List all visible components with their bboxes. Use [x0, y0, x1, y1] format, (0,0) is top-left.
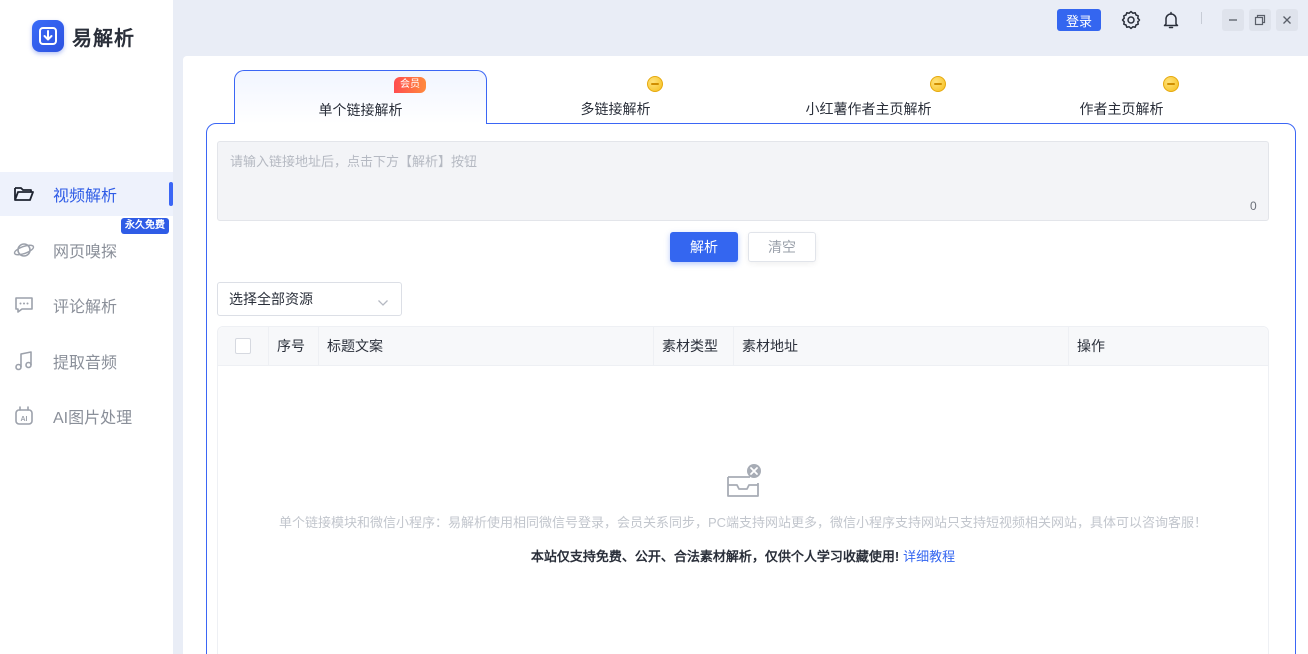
tab-multi-link[interactable]: 多链接解析: [489, 70, 742, 124]
sidebar-item-label: 网页嗅探: [53, 243, 118, 261]
col-type: 素材类型: [653, 327, 733, 365]
legal-notice-text: 本站仅支持免费、公开、合法素材解析，仅供个人学习收藏使用!: [530, 549, 900, 564]
select-all-cell: [218, 327, 268, 365]
tab-xiaohongshu-author[interactable]: 小红薯作者主页解析: [742, 70, 995, 124]
chevron-down-icon: [377, 294, 389, 310]
sidebar-item-label: 提取音频: [53, 354, 118, 372]
coin-icon: [930, 76, 946, 92]
login-button[interactable]: 登录: [1057, 9, 1101, 31]
app-name: 易解析: [72, 27, 135, 50]
tab-label: 多链接解析: [580, 101, 651, 117]
tab-label: 作者主页解析: [1079, 101, 1164, 117]
col-title: 标题文案: [318, 327, 653, 365]
tab-single-link[interactable]: 单个链接解析 会员: [234, 70, 487, 124]
ai-image-icon: AI: [12, 404, 36, 428]
top-bar: 登录: [173, 0, 1308, 46]
char-count: 0: [1250, 199, 1257, 213]
planet-icon: [12, 238, 36, 262]
sidebar-item-extract-audio[interactable]: 提取音频: [0, 339, 173, 383]
sidebar-item-ai-image[interactable]: AI AI图片处理: [0, 394, 173, 438]
topbar-divider: [1201, 12, 1202, 24]
coin-icon: [647, 76, 663, 92]
app-logo-icon: [32, 20, 64, 52]
tab-author-homepage[interactable]: 作者主页解析: [995, 70, 1248, 124]
close-icon[interactable]: [1276, 9, 1298, 31]
free-forever-badge: 永久免费: [121, 217, 169, 234]
gear-icon[interactable]: [1119, 8, 1143, 32]
app-window: 易解析 视频解析 永久免费 网页嗅探 评论解析 提取音频 AI AI图片处理 登…: [0, 0, 1308, 654]
link-input[interactable]: [217, 141, 1269, 221]
sidebar-item-comment-parse[interactable]: 评论解析: [0, 283, 173, 327]
legal-notice: 本站仅支持免费、公开、合法素材解析，仅供个人学习收藏使用! 详细教程: [218, 546, 1268, 565]
sidebar-item-web-sniff[interactable]: 永久免费 网页嗅探: [0, 217, 173, 272]
tab-label: 单个链接解析: [318, 101, 403, 118]
empty-box-icon: [724, 463, 764, 508]
resource-select[interactable]: 选择全部资源: [217, 282, 402, 316]
vip-badge: 会员: [394, 77, 426, 93]
clear-button[interactable]: 清空: [748, 232, 816, 262]
select-all-checkbox[interactable]: [235, 338, 251, 354]
results-table: 序号 标题文案 素材类型 素材地址 操作 单个链接模块和微信小程序：易解析使用相…: [217, 326, 1269, 654]
table-header: 序号 标题文案 素材类型 素材地址 操作: [218, 327, 1268, 366]
minimize-icon[interactable]: [1222, 9, 1244, 31]
col-index: 序号: [268, 327, 318, 365]
sidebar-item-label: 评论解析: [53, 299, 118, 316]
sidebar-item-video-parse[interactable]: 视频解析: [0, 172, 173, 216]
parse-button[interactable]: 解析: [670, 232, 738, 262]
sidebar: 易解析 视频解析 永久免费 网页嗅探 评论解析 提取音频 AI AI图片处理: [0, 0, 173, 654]
bell-icon[interactable]: [1159, 8, 1183, 32]
coin-icon: [1163, 76, 1179, 92]
tutorial-link[interactable]: 详细教程: [903, 549, 955, 564]
restore-icon[interactable]: [1249, 9, 1271, 31]
sidebar-nav: 视频解析 永久免费 网页嗅探 评论解析 提取音频 AI AI图片处理: [0, 172, 173, 450]
empty-tip: 单个链接模块和微信小程序：易解析使用相同微信号登录，会员关系同步，PC端支持网站…: [278, 515, 1208, 530]
tab-bar: 单个链接解析 会员 多链接解析 小红薯作者主页解析 作者主页解析: [183, 56, 1308, 124]
sidebar-item-label: AI图片处理: [53, 410, 133, 427]
parse-panel: 0 解析 清空 选择全部资源 序号 标题文案 素材类型 素材地址: [206, 123, 1296, 654]
resource-select-value: 选择全部资源: [229, 291, 313, 307]
svg-text:AI: AI: [21, 416, 28, 423]
comment-icon: [12, 293, 36, 317]
sidebar-item-label: 视频解析: [53, 188, 118, 205]
tab-label: 小红薯作者主页解析: [805, 101, 932, 117]
music-note-icon: [12, 349, 36, 373]
folder-open-icon: [12, 182, 36, 206]
col-actions: 操作: [1068, 327, 1268, 365]
main-panel: 单个链接解析 会员 多链接解析 小红薯作者主页解析 作者主页解析 0 解析 清空: [183, 56, 1308, 654]
brand: 易解析: [32, 20, 135, 52]
col-url: 素材地址: [733, 327, 1068, 365]
